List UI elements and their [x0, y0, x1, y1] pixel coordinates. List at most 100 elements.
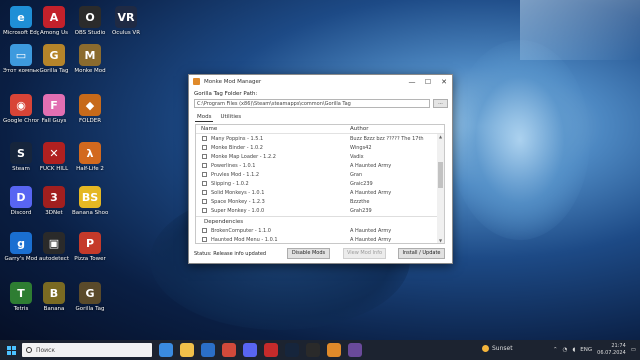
- tray-chevron-icon[interactable]: ⌃: [553, 347, 558, 353]
- taskbar: Поиск Sunset ⌃ ◔ ◖ ENG 21:74 06.07.2024 …: [0, 340, 640, 360]
- mod-author: Grah239: [350, 207, 372, 214]
- windows-logo-icon: [6, 345, 16, 355]
- scroll-thumb[interactable]: [438, 162, 443, 188]
- column-author[interactable]: Author: [346, 126, 444, 132]
- mod-list-scrollbar[interactable]: ▲ ▼: [437, 134, 444, 243]
- desktop-icon[interactable]: BS Banana Shooter: [72, 186, 108, 217]
- mod-list-header: Name Author: [196, 125, 444, 134]
- app-taskbar-icon[interactable]: [348, 343, 362, 357]
- scroll-up-icon[interactable]: ▲: [437, 134, 444, 140]
- desktop-icon[interactable]: ▣ autodetect: [36, 232, 72, 263]
- opera-taskbar-icon[interactable]: [264, 343, 278, 357]
- close-button[interactable]: ✕: [436, 75, 452, 88]
- app-icon: λ: [79, 142, 101, 164]
- explorer-taskbar-icon[interactable]: [180, 343, 194, 357]
- mod-row[interactable]: Haunted Mod Menu - 1.0.1 A Haunted Army: [196, 235, 444, 243]
- discord-taskbar-icon[interactable]: [243, 343, 257, 357]
- desktop-icon[interactable]: ◉ Google Chrome: [3, 94, 39, 125]
- mod-name: Solid Monkeys - 1.0.1: [211, 189, 265, 196]
- mod-checkbox[interactable]: [202, 228, 207, 233]
- network-icon[interactable]: ◔: [563, 347, 568, 353]
- desktop-icon[interactable]: ▭ Этот компьютер: [3, 44, 39, 75]
- minimize-button[interactable]: —: [404, 75, 420, 88]
- tab-utilities[interactable]: Utilities: [218, 113, 243, 122]
- mod-row[interactable]: Monke Map Loader - 1.2.2 Vadix: [196, 152, 444, 161]
- mod-row[interactable]: Pruvles Mod - 1.1.2 Gran: [196, 170, 444, 179]
- desktop-icon[interactable]: VR Oculus VR: [108, 6, 144, 37]
- notification-icon[interactable]: ▭: [631, 347, 636, 353]
- mod-checkbox[interactable]: [202, 208, 207, 213]
- desktop-icon[interactable]: ✕ FUCK HILL: [36, 142, 72, 173]
- mod-row[interactable]: Slipping - 1.0.2 Graic239: [196, 179, 444, 188]
- desktop-icon[interactable]: A Among Us: [36, 6, 72, 37]
- mod-row[interactable]: Super Monkey - 1.0.0 Grah239: [196, 206, 444, 215]
- volume-icon[interactable]: ◖: [572, 347, 575, 353]
- desktop-icon[interactable]: 3 3DNet: [36, 186, 72, 217]
- desktop-icon[interactable]: M Monke Mod: [72, 44, 108, 75]
- mod-checkbox[interactable]: [202, 172, 207, 177]
- desktop-icon[interactable]: D Discord: [3, 186, 39, 217]
- mod-row[interactable]: Many Poppins - 1.5.1 Buzz Bzzz bzz ????? …: [196, 134, 444, 143]
- title-bar[interactable]: Monke Mod Manager — ☐ ✕: [189, 75, 452, 88]
- mod-checkbox[interactable]: [202, 136, 207, 141]
- desktop-icon-label: Banana: [43, 306, 65, 312]
- maximize-button[interactable]: ☐: [420, 75, 436, 88]
- desktop-icon[interactable]: O OBS Studio: [72, 6, 108, 37]
- clock[interactable]: 21:74 06.07.2024: [597, 343, 626, 357]
- disable-mods-button[interactable]: Disable Mods: [287, 248, 330, 259]
- mod-checkbox[interactable]: [202, 181, 207, 186]
- desktop-icon[interactable]: S Steam: [3, 142, 39, 173]
- store-taskbar-icon[interactable]: [201, 343, 215, 357]
- mod-checkbox[interactable]: [202, 145, 207, 150]
- tab-mods[interactable]: Mods: [195, 113, 214, 122]
- obs-taskbar-icon[interactable]: [306, 343, 320, 357]
- mod-name: Monke Binder - 1.0.2: [211, 144, 263, 151]
- app-icon: F: [43, 94, 65, 116]
- browse-button[interactable]: ...: [433, 99, 448, 108]
- mod-checkbox[interactable]: [202, 199, 207, 204]
- edge-taskbar-icon[interactable]: [159, 343, 173, 357]
- desktop-icon[interactable]: G Gorilla Tag: [36, 44, 72, 75]
- desktop-icon[interactable]: P Pizza Tower: [72, 232, 108, 263]
- mod-checkbox[interactable]: [202, 190, 207, 195]
- desktop-icon[interactable]: g Garry's Mod: [3, 232, 39, 263]
- mod-row[interactable]: Solid Monkeys - 1.0.1 A Haunted Army: [196, 188, 444, 197]
- app-icon: ✕: [43, 142, 65, 164]
- mod-row[interactable]: Monke Binder - 1.0.2 Wings42: [196, 143, 444, 152]
- desktop-icon[interactable]: B Banana: [36, 282, 72, 313]
- steam-taskbar-icon[interactable]: [285, 343, 299, 357]
- mod-row[interactable]: Space Monkey - 1.2.3 Bzzzthe: [196, 197, 444, 206]
- weather-widget[interactable]: Sunset: [482, 345, 513, 352]
- desktop-icon[interactable]: e Microsoft Edge: [3, 6, 39, 37]
- mod-manager-taskbar-icon[interactable]: [327, 343, 341, 357]
- install-update-button[interactable]: Install / Update: [398, 248, 445, 259]
- app-icon: ▣: [43, 232, 65, 254]
- mod-author: Bzzzthe: [350, 198, 370, 205]
- app-icon: G: [79, 282, 101, 304]
- start-button[interactable]: [0, 340, 22, 360]
- desktop-icon[interactable]: ◆ FOLDER: [72, 94, 108, 125]
- mod-row[interactable]: BrokenComputer - 1.1.0 A Haunted Army: [196, 226, 444, 235]
- mod-checkbox[interactable]: [202, 163, 207, 168]
- mod-checkbox[interactable]: [202, 154, 207, 159]
- folder-path-input[interactable]: C:\Program Files (x86)\Steam\steamapps\c…: [194, 99, 430, 108]
- chrome-taskbar-icon[interactable]: [222, 343, 236, 357]
- desktop-icon[interactable]: F Fall Guys: [36, 94, 72, 125]
- view-mod-info-button[interactable]: View Mod Info: [343, 248, 386, 259]
- mod-checkbox[interactable]: [202, 237, 207, 242]
- desktop-icon-label: Fall Guys: [41, 118, 67, 124]
- desktop-icon[interactable]: λ Half-Life 2: [72, 142, 108, 173]
- taskbar-search[interactable]: Поиск: [22, 343, 152, 357]
- column-name[interactable]: Name: [196, 126, 346, 132]
- app-icon: ◉: [10, 94, 32, 116]
- desktop-icon[interactable]: T Tetris: [3, 282, 39, 313]
- language-indicator[interactable]: ENG: [580, 347, 592, 353]
- mod-name: Slipping - 1.0.2: [211, 180, 249, 187]
- mod-name: Many Poppins - 1.5.1: [211, 135, 264, 142]
- desktop-icon-label: Pizza Tower: [74, 256, 106, 262]
- desktop-icon[interactable]: G Gorilla Tag: [72, 282, 108, 313]
- app-icon: ▭: [10, 44, 32, 66]
- app-icon: S: [10, 142, 32, 164]
- desktop-icon-label: Garry's Mod: [4, 256, 38, 262]
- mod-row[interactable]: Powerlines - 1.0.1 A Haunted Army: [196, 161, 444, 170]
